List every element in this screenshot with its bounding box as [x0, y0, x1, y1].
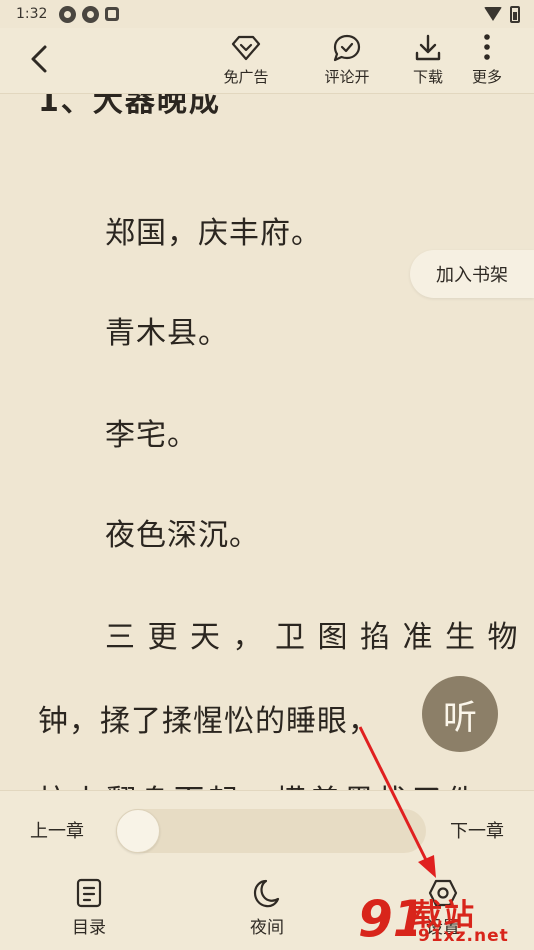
battery-icon	[510, 5, 520, 23]
no-ads-label: 免广告	[223, 68, 269, 86]
chapter-title: 1、大器晚成	[38, 94, 221, 119]
next-chapter-button[interactable]: 下一章	[450, 817, 504, 843]
night-mode-label: 夜间	[250, 918, 284, 938]
back-button[interactable]	[22, 42, 56, 76]
listen-button[interactable]: 听	[422, 676, 498, 752]
paragraph: 青木县。	[105, 316, 229, 351]
chapter-progress-slider[interactable]	[116, 809, 426, 853]
settings-label: 设置	[426, 918, 460, 938]
wifi-icon	[484, 7, 502, 21]
settings-icon	[428, 879, 458, 907]
catalog-label: 目录	[72, 918, 106, 938]
more-label: 更多	[471, 68, 502, 86]
diamond-icon	[231, 35, 261, 61]
more-button[interactable]: 更多	[466, 32, 508, 90]
download-label: 下载	[412, 68, 443, 86]
catalog-button[interactable]: 目录	[44, 877, 134, 941]
paragraph: 三更天，卫图掐准生物	[105, 620, 530, 655]
more-vertical-icon	[484, 34, 490, 60]
paragraph: 郑国，庆丰府。	[105, 216, 322, 251]
comment-icon	[333, 34, 361, 62]
previous-chapter-button[interactable]: 上一章	[30, 817, 84, 843]
add-to-bookshelf-button[interactable]: 加入书架	[410, 250, 534, 298]
reader-bottom-panel: 上一章 下一章 目录 夜间 设置	[0, 790, 534, 950]
status-notification-icons	[59, 5, 120, 23]
reader-screen: 1:32 免广告 评论开 下载 更多 1、大器晚成 郑国，庆丰府。 青木县。 李…	[0, 0, 534, 950]
moon-icon	[253, 879, 280, 908]
sync-icon	[59, 5, 77, 23]
download-icon	[415, 34, 441, 61]
status-time: 1:32	[16, 6, 48, 22]
reader-top-toolbar: 免广告 评论开 下载 更多	[0, 28, 534, 94]
paragraph-line: 钟，揉了揉惺忪的睡眼，	[38, 704, 379, 739]
catalog-icon	[76, 878, 102, 908]
download-button[interactable]: 下载	[406, 32, 450, 90]
paragraph: 夜色深沉。	[105, 518, 260, 553]
night-mode-button[interactable]: 夜间	[222, 877, 312, 941]
paragraph: 李宅。	[105, 418, 198, 453]
slider-thumb[interactable]	[116, 809, 160, 853]
no-ads-button[interactable]: 免广告	[218, 32, 274, 90]
status-bar: 1:32	[0, 0, 534, 28]
settings-button[interactable]: 设置	[398, 877, 488, 941]
sync-icon	[82, 5, 100, 23]
comments-toggle-button[interactable]: 评论开	[318, 32, 376, 90]
paragraph-line: 炕上翻身而起，摸着黑找了件	[38, 776, 480, 790]
a-badge-icon	[105, 7, 120, 21]
status-system-icons	[484, 5, 520, 23]
chevron-left-icon	[31, 45, 47, 73]
comments-toggle-label: 评论开	[324, 68, 370, 86]
